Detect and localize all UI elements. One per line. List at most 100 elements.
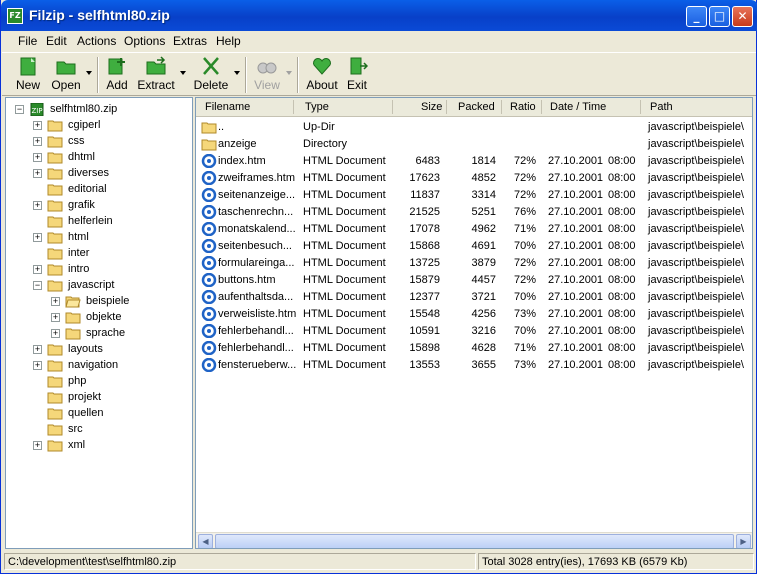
html-document-icon — [201, 357, 217, 373]
file-row[interactable]: fehlerbehandl... HTML Document 10591 3216 70… — [196, 323, 752, 340]
file-row[interactable]: seitenanzeige... HTML Document 11837 3314 72… — [196, 187, 752, 204]
expand-icon[interactable]: + — [33, 361, 42, 370]
cell-packed: 4962 — [471, 223, 496, 235]
folder-icon — [47, 183, 63, 196]
collapse-icon[interactable]: − — [33, 281, 42, 290]
file-row[interactable]: zweiframes.htm HTML Document 17623 4852 72% 2… — [196, 170, 752, 187]
expand-icon[interactable]: + — [33, 201, 42, 210]
file-row[interactable]: verweisliste.htm HTML Document 15548 4256 73… — [196, 306, 752, 323]
file-row[interactable]: index.htm HTML Document 6483 1814 72% 27.10.2… — [196, 153, 752, 170]
column-divider[interactable] — [293, 100, 294, 114]
status-total: Total 3028 entry(ies), 17693 KB (6579 Kb… — [478, 553, 754, 570]
cell-time: 08:00 — [608, 206, 636, 218]
expand-icon[interactable]: + — [33, 441, 42, 450]
col-packed[interactable]: Packed — [458, 101, 495, 113]
menu-help[interactable]: Help — [216, 34, 241, 48]
about-button[interactable]: About — [304, 56, 340, 94]
cell-type: HTML Document — [303, 291, 386, 303]
col-path[interactable]: Path — [650, 101, 673, 113]
column-divider[interactable] — [640, 100, 641, 114]
scrollbar-thumb[interactable] — [215, 534, 734, 548]
cell-date: 27.10.2001 — [548, 240, 604, 252]
file-row[interactable]: buttons.htm HTML Document 15879 4457 72% 27.1… — [196, 272, 752, 289]
open-button[interactable]: Open — [48, 56, 84, 94]
cell-size: 15868 — [409, 240, 440, 252]
window-title: Filzip - selfhtml80.zip — [29, 7, 170, 23]
file-row[interactable]: taschenrechn... HTML Document 21525 5251 76%… — [196, 204, 752, 221]
cell-path: javascript\beispiele\ — [648, 308, 744, 320]
cell-name: aufenthaltsda... — [218, 291, 294, 303]
maximize-button[interactable]: □ — [709, 6, 730, 27]
expand-icon[interactable]: + — [33, 121, 42, 130]
cell-type: HTML Document — [303, 325, 386, 337]
extract-dropdown-arrow[interactable] — [180, 71, 186, 75]
folder-icon — [47, 263, 63, 276]
cell-date: 27.10.2001 — [548, 291, 604, 303]
scroll-left-arrow-icon[interactable]: ◀ — [198, 534, 213, 548]
cell-type: Up-Dir — [303, 121, 335, 133]
scroll-right-arrow-icon[interactable]: ▶ — [736, 534, 751, 548]
expand-icon[interactable]: + — [33, 265, 42, 274]
file-row[interactable]: fehlerbehandl... HTML Document 15898 4628 71… — [196, 340, 752, 357]
file-row[interactable]: anzeige Directory javascript\beispiele\ — [196, 136, 752, 153]
view-button[interactable]: View — [252, 56, 282, 94]
col-datetime[interactable]: Date / Time — [550, 101, 606, 113]
new-archive-icon — [20, 57, 36, 76]
cell-type: HTML Document — [303, 274, 386, 286]
cell-date: 27.10.2001 — [548, 223, 604, 235]
file-row[interactable]: fensterueberw... HTML Document 13553 3655 73… — [196, 357, 752, 374]
folder-tree[interactable]: − ZIP selfhtml80.zip + cgiperl + css + dhtml + div… — [5, 97, 193, 549]
extract-button[interactable]: Extract — [136, 56, 176, 94]
col-size[interactable]: Size — [421, 101, 442, 113]
delete-dropdown-arrow[interactable] — [234, 71, 240, 75]
file-row[interactable]: .. Up-Dir javascript\beispiele\ — [196, 119, 752, 136]
html-document-icon — [201, 153, 217, 169]
expand-icon[interactable]: + — [51, 329, 60, 338]
toolbar: New Open Add Extract Delete View About E… — [2, 52, 756, 96]
cell-name: seitenbesuch... — [218, 240, 292, 252]
expand-icon[interactable]: + — [51, 297, 60, 306]
col-ratio[interactable]: Ratio — [510, 101, 536, 113]
cell-time: 08:00 — [608, 257, 636, 269]
horizontal-scrollbar[interactable]: ◀ ▶ — [196, 532, 752, 548]
column-divider[interactable] — [501, 100, 502, 114]
collapse-icon[interactable]: − — [15, 105, 24, 114]
menu-edit[interactable]: Edit — [46, 34, 67, 48]
tree-folder-label: php — [68, 375, 87, 387]
col-type[interactable]: Type — [305, 101, 329, 113]
file-row[interactable]: seitenbesuch... HTML Document 15868 4691 70%… — [196, 238, 752, 255]
cell-path: javascript\beispiele\ — [648, 291, 744, 303]
column-divider[interactable] — [541, 100, 542, 114]
cell-size: 6483 — [415, 155, 440, 167]
cell-packed: 3314 — [471, 189, 496, 201]
expand-icon[interactable]: + — [33, 169, 42, 178]
cell-size: 12377 — [409, 291, 440, 303]
minimize-button[interactable]: _ — [686, 6, 707, 27]
col-filename[interactable]: Filename — [205, 101, 250, 113]
close-button[interactable]: ✕ — [732, 6, 753, 27]
column-divider[interactable] — [392, 100, 393, 114]
cell-date: 27.10.2001 — [548, 257, 604, 269]
menu-file[interactable]: File — [18, 34, 37, 48]
expand-icon[interactable]: + — [33, 233, 42, 242]
expand-icon[interactable]: + — [33, 345, 42, 354]
expand-icon[interactable]: + — [33, 137, 42, 146]
file-row[interactable]: aufenthaltsda... HTML Document 12377 3721 70… — [196, 289, 752, 306]
menu-extras[interactable]: Extras — [173, 34, 207, 48]
cell-path: javascript\beispiele\ — [648, 223, 744, 235]
menu-actions[interactable]: Actions — [77, 34, 116, 48]
add-button[interactable]: Add — [103, 56, 131, 94]
cell-path: javascript\beispiele\ — [648, 274, 744, 286]
exit-button[interactable]: Exit — [343, 56, 371, 94]
column-divider[interactable] — [446, 100, 447, 114]
expand-icon[interactable]: + — [33, 153, 42, 162]
file-row[interactable]: formulareinga... HTML Document 13725 3879 72… — [196, 255, 752, 272]
title-bar[interactable]: FZ Filzip - selfhtml80.zip _ □ ✕ — [1, 0, 757, 31]
file-row[interactable]: monatskalend... HTML Document 17078 4962 71%… — [196, 221, 752, 238]
new-button[interactable]: New — [12, 56, 44, 94]
delete-button[interactable]: Delete — [192, 56, 230, 94]
file-list[interactable]: Filename Type Size Packed Ratio Date / T… — [195, 97, 753, 549]
menu-options[interactable]: Options — [124, 34, 165, 48]
open-dropdown-arrow[interactable] — [86, 71, 92, 75]
expand-icon[interactable]: + — [51, 313, 60, 322]
